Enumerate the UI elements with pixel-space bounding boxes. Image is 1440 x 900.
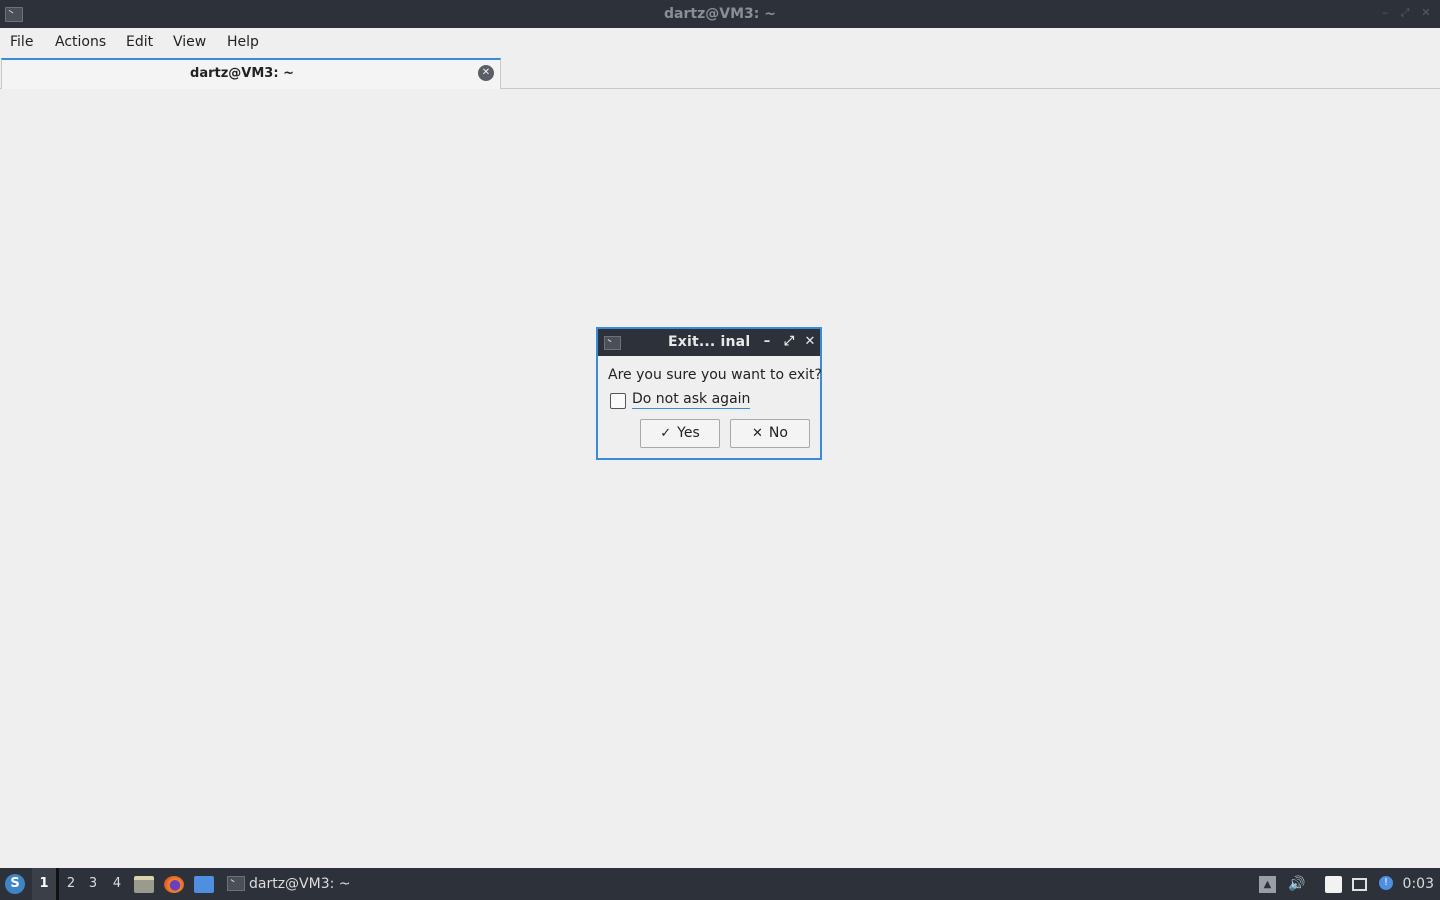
dialog-close-icon[interactable]: ✕ (803, 334, 817, 350)
workspace-4[interactable]: 4 (105, 868, 129, 900)
dialog-titlebar: Exit... inal – ⤢ ✕ (598, 329, 820, 356)
terminal-icon (604, 336, 621, 350)
do-not-ask-checkbox[interactable] (610, 393, 626, 409)
close-icon[interactable]: ✕ (1419, 6, 1433, 20)
volume-icon[interactable]: 🔊 (1288, 876, 1305, 893)
tab-strip: dartz@VM3: ~ ✕ (0, 58, 1440, 89)
menu-help[interactable]: Help (227, 34, 259, 50)
taskbar-task-terminal[interactable]: dartz@VM3: ~ (222, 868, 352, 900)
menu-bar: File Actions Edit View Help (0, 28, 1440, 58)
yes-button-label: Yes (677, 425, 700, 441)
workspace-3[interactable]: 3 (81, 868, 105, 900)
window-titlebar: dartz@VM3: ~ – ⤢ ✕ (0, 0, 1440, 28)
yes-button[interactable]: ✓ Yes (640, 419, 720, 448)
minimize-icon[interactable]: – (1378, 6, 1392, 20)
menu-actions[interactable]: Actions (55, 34, 106, 50)
dialog-minimize-icon[interactable]: – (760, 334, 774, 350)
dialog-title: Exit... inal (668, 334, 751, 350)
window-title: dartz@VM3: ~ (664, 6, 776, 22)
taskbar-task-label: dartz@VM3: ~ (249, 876, 351, 892)
no-button-label: No (768, 425, 788, 441)
menu-edit[interactable]: Edit (126, 34, 153, 50)
taskbar: S 1 2 3 4 dartz@VM3: ~ ▲ 🔊 ! 0:03 (0, 868, 1440, 900)
do-not-ask-label[interactable]: Do not ask again (632, 391, 751, 409)
workspace-1[interactable]: 1 (32, 868, 59, 900)
clock[interactable]: 0:03 (1403, 876, 1434, 892)
file-manager-icon[interactable] (134, 876, 154, 893)
firefox-icon[interactable] (164, 876, 184, 893)
update-icon[interactable]: ! (1379, 876, 1393, 890)
workspace-2[interactable]: 2 (59, 868, 83, 900)
battery-icon[interactable]: ▲ (1259, 876, 1276, 893)
start-menu-icon[interactable]: S (5, 874, 25, 894)
dialog-maximize-icon[interactable]: ⤢ (782, 334, 796, 350)
clipboard-icon[interactable] (1325, 876, 1342, 893)
cross-icon: ✕ (752, 426, 763, 441)
tab-title: dartz@VM3: ~ (190, 66, 294, 81)
desktop-icon[interactable] (194, 876, 214, 893)
network-icon[interactable] (1352, 878, 1367, 891)
tab-terminal[interactable]: dartz@VM3: ~ ✕ (1, 58, 501, 89)
menu-view[interactable]: View (173, 34, 206, 50)
checkmark-icon: ✓ (660, 426, 672, 441)
no-button[interactable]: ✕ No (730, 419, 810, 448)
tab-close-icon[interactable]: ✕ (478, 65, 494, 81)
terminal-icon (227, 876, 245, 891)
menu-file[interactable]: File (10, 34, 33, 50)
dialog-message: Are you sure you want to exit? (608, 367, 822, 383)
exit-dialog: Exit... inal – ⤢ ✕ Are you sure you want… (596, 327, 822, 460)
maximize-icon[interactable]: ⤢ (1398, 6, 1412, 20)
